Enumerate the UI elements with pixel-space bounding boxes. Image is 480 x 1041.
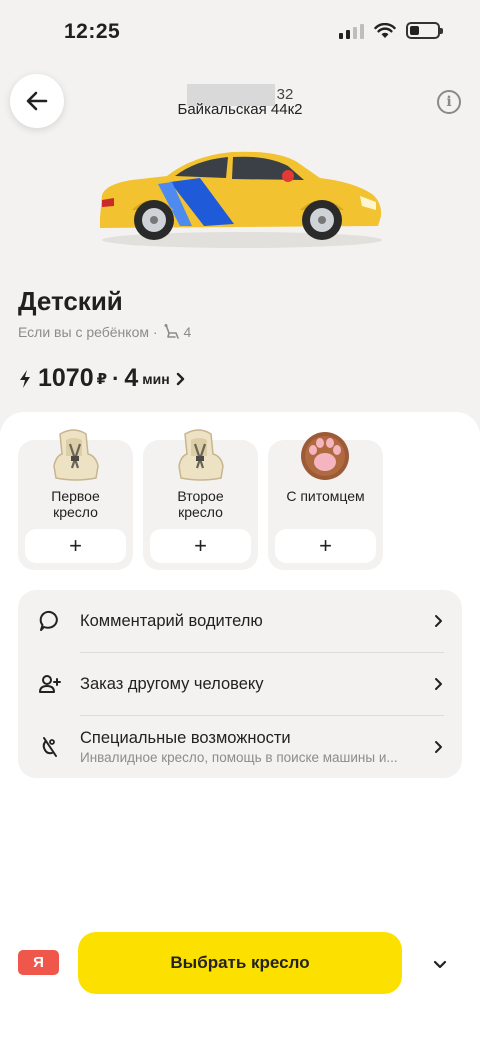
option-label: Первое кресло [51,488,100,520]
status-bar: 12:25 [0,0,480,62]
eta-value: 4 [124,364,139,392]
status-icons [339,22,443,39]
battery-icon [406,22,443,39]
route-to-address[interactable]: Байкальская 44к2 [140,101,340,118]
list-item-text: Специальные возможности Инвалидное кресл… [80,729,398,765]
eta-unit: мин [142,370,170,387]
chevron-right-icon [435,678,442,690]
option-card-pet[interactable]: С питомцем + [268,432,383,570]
list-item-text: Комментарий водителю [80,611,263,630]
wifi-icon [374,22,396,38]
chevron-down-icon[interactable] [428,952,452,976]
choose-seat-button[interactable]: Выбрать кресло [78,932,402,994]
price-separator: · [112,365,120,391]
list-item-text: Заказ другому человеку [80,674,264,693]
lightning-icon [20,369,30,388]
info-icon[interactable]: i [437,90,461,114]
option-card-second-seat[interactable]: Второе кресло + [143,429,258,570]
chevron-right-icon [435,615,442,627]
comment-icon [39,610,58,631]
child-seat-icon [178,429,224,481]
list-item-order-for-other[interactable]: Заказ другому человеку [18,653,462,715]
taxi-car-illustration [100,151,382,248]
add-second-seat-button[interactable]: + [150,529,251,563]
option-cards: Первое кресло + Второе кресло + С питомц… [18,429,383,570]
price-eta-row[interactable]: 1070 ₽ · 4 мин [18,364,186,393]
back-button[interactable] [10,74,64,128]
yandex-pay-badge[interactable]: Я [18,950,59,975]
order-options-list: Комментарий водителю Заказ другому челов… [18,590,462,778]
list-item-driver-comment[interactable]: Комментарий водителю [18,590,462,652]
currency-symbol: ₽ [96,370,108,388]
cellular-signal-icon [339,23,364,39]
tariff-subtitle-text: Если вы с ребёнком · [18,324,158,340]
child-seat-icon [53,429,99,481]
paw-icon [301,432,349,480]
seat-count: 4 [183,324,192,340]
seat-icon [164,324,179,339]
add-person-icon [39,675,61,693]
chevron-right-icon [435,741,442,753]
price-value: 1070 [38,364,94,392]
option-card-first-seat[interactable]: Первое кресло + [18,429,133,570]
tariff-subtitle: Если вы с ребёнком · 4 [18,323,191,341]
tariff-title: Детский [18,286,123,316]
list-item-accessibility[interactable]: Специальные возможности Инвалидное кресл… [18,716,462,778]
accessibility-icon [42,737,57,757]
arrow-left-icon [26,91,48,111]
chevron-right-icon [176,372,184,385]
option-label: С питомцем [286,488,365,504]
add-first-seat-button[interactable]: + [25,529,126,563]
status-time: 12:25 [64,20,121,43]
option-label: Второе кресло [177,488,224,520]
add-pet-button[interactable]: + [275,529,376,563]
